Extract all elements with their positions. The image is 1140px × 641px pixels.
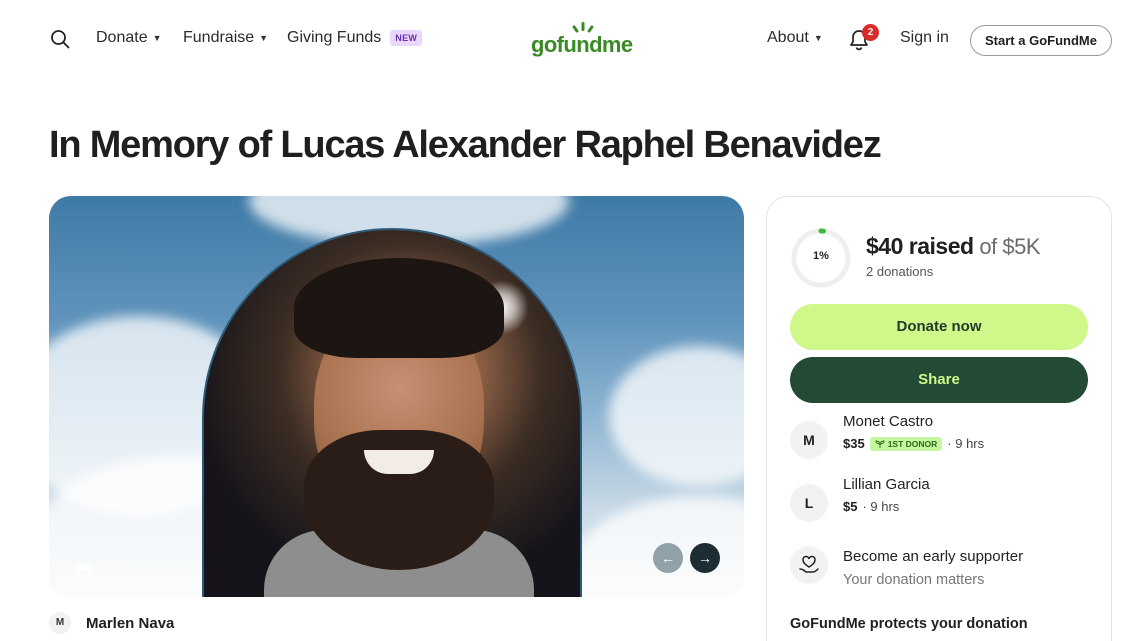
sign-in-label: Sign in [900, 29, 949, 46]
search-icon[interactable] [50, 29, 72, 51]
raised-amount: $40 raised [866, 233, 974, 259]
first-donor-label: 1ST DONOR [887, 438, 938, 449]
donations-count: 2 donations [866, 264, 934, 279]
nav-donate-label: Donate [96, 29, 148, 46]
nav-fundraise[interactable]: Fundraise ▼ [183, 29, 268, 47]
arrow-left-icon: ← [661, 550, 675, 566]
donor-avatar: M [790, 421, 828, 459]
first-donor-badge: 1ST DONOR [869, 436, 943, 451]
donor-amount: $5 [843, 499, 858, 514]
campaign-title: In Memory of Lucas Alexander Raphel Bena… [49, 124, 882, 166]
site-header: Donate ▼ Fundraise ▼ Giving Funds NEW go… [0, 0, 1140, 80]
donor-time: · 9 hrs [862, 499, 900, 514]
nav-giving-funds[interactable]: Giving Funds NEW [287, 29, 423, 47]
nav-fundraise-label: Fundraise [183, 29, 255, 46]
campaign-media[interactable]: ← → [49, 196, 744, 597]
new-badge: NEW [390, 30, 423, 46]
memorial-portrait [202, 228, 582, 597]
share-button[interactable]: Share [790, 357, 1088, 403]
cloud-decor [609, 346, 744, 486]
sprout-icon [875, 439, 885, 448]
donor-time: · 9 hrs [947, 436, 985, 451]
amount-raised: $40 raised of $5K [866, 233, 1041, 260]
start-gofundme-button[interactable]: Start a GoFundMe [970, 25, 1112, 56]
caret-down-icon: ▼ [259, 33, 269, 43]
caret-down-icon: ▼ [152, 33, 162, 43]
donor-name: Monet Castro [843, 413, 934, 430]
early-supporter-title: Become an early supporter [843, 548, 1024, 565]
donor-meta: $5 · 9 hrs [843, 499, 899, 514]
protect-heading: GoFundMe protects your donation [790, 616, 1028, 632]
carousel-dot-active[interactable] [76, 565, 92, 571]
donor-name: Lillian Garcia [843, 476, 930, 493]
carousel-next-button[interactable]: → [690, 543, 720, 573]
donor-avatar: L [790, 484, 828, 522]
arrow-right-icon: → [698, 550, 712, 566]
carousel-dot[interactable] [108, 566, 113, 571]
sign-in-link[interactable]: Sign in [900, 29, 949, 47]
carousel-dot[interactable] [98, 566, 103, 571]
heart-hand-icon [790, 546, 828, 584]
notification-count-badge: 2 [862, 24, 879, 41]
donor-amount: $35 [843, 436, 865, 451]
carousel-prev-button[interactable]: ← [653, 543, 683, 573]
early-supporter-subtitle: Your donation matters [843, 572, 985, 588]
caret-down-icon: ▼ [813, 33, 823, 43]
donate-now-button[interactable]: Donate now [790, 304, 1088, 350]
logo-text: gofundme [531, 32, 633, 57]
organizer[interactable]: M Marlen Nava [49, 612, 174, 634]
portrait-hair [294, 258, 504, 358]
donor-meta: $35 1ST DONOR · 9 hrs [843, 436, 984, 451]
organizer-avatar: M [49, 612, 71, 634]
nav-donate[interactable]: Donate ▼ [96, 29, 162, 47]
progress-percent: 1% [813, 250, 829, 262]
gofundme-logo[interactable]: gofundme [531, 22, 633, 58]
nav-about[interactable]: About ▼ [767, 29, 823, 47]
nav-about-label: About [767, 29, 809, 46]
goal-amount: of $5K [979, 234, 1041, 259]
organizer-name: Marlen Nava [86, 614, 175, 632]
nav-giving-funds-label: Giving Funds [287, 29, 382, 46]
donation-card: 1% $40 raised of $5K 2 donations Donate … [766, 196, 1112, 641]
